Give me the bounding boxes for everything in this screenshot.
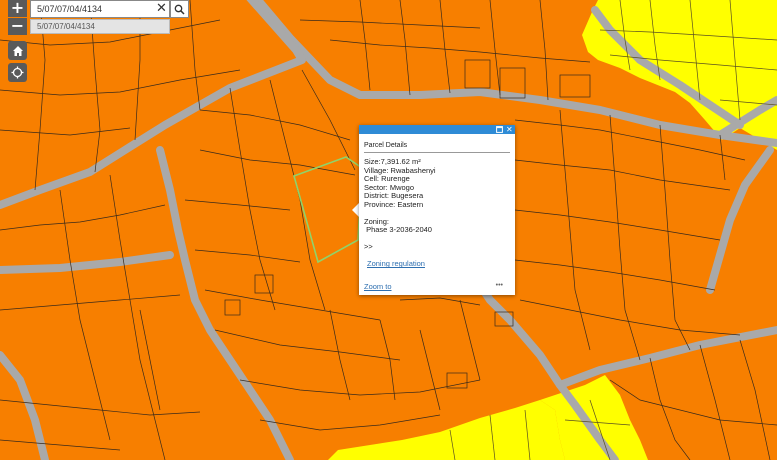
search-icon	[174, 4, 185, 15]
more-link[interactable]: >>	[364, 242, 515, 252]
maximize-icon[interactable]	[496, 125, 503, 134]
ellipsis-icon[interactable]: •••	[496, 282, 503, 289]
popup-title: Parcel Details	[364, 142, 510, 153]
zoning-value: Phase 3-2036-2040	[364, 225, 432, 235]
parcel-popup: ✕ Parcel Details Size:7,391.62 m² Villag…	[359, 125, 515, 295]
locate-icon	[11, 66, 24, 79]
popup-header: ✕	[359, 125, 515, 134]
search-suggestion[interactable]: 5/07/07/04/4134	[30, 19, 170, 34]
home-icon	[12, 45, 23, 56]
zoom-in-button[interactable]: +	[8, 0, 27, 17]
close-icon[interactable]: ✕	[506, 125, 513, 134]
zoning-regulation-link[interactable]: Zoning regulation	[367, 260, 515, 269]
popup-footer: Zoom to •••	[359, 280, 515, 295]
zoom-out-button[interactable]: −	[8, 18, 27, 35]
parcel-province: Province: Eastern	[364, 199, 424, 209]
popup-pointer	[352, 203, 359, 217]
home-button[interactable]	[8, 41, 27, 60]
search-button[interactable]	[170, 0, 189, 18]
search-box: ✕	[30, 0, 170, 18]
close-icon[interactable]: ✕	[154, 1, 169, 17]
zoom-to-link[interactable]: Zoom to	[364, 282, 392, 292]
locate-button[interactable]	[8, 63, 27, 82]
search-input[interactable]	[31, 4, 154, 14]
